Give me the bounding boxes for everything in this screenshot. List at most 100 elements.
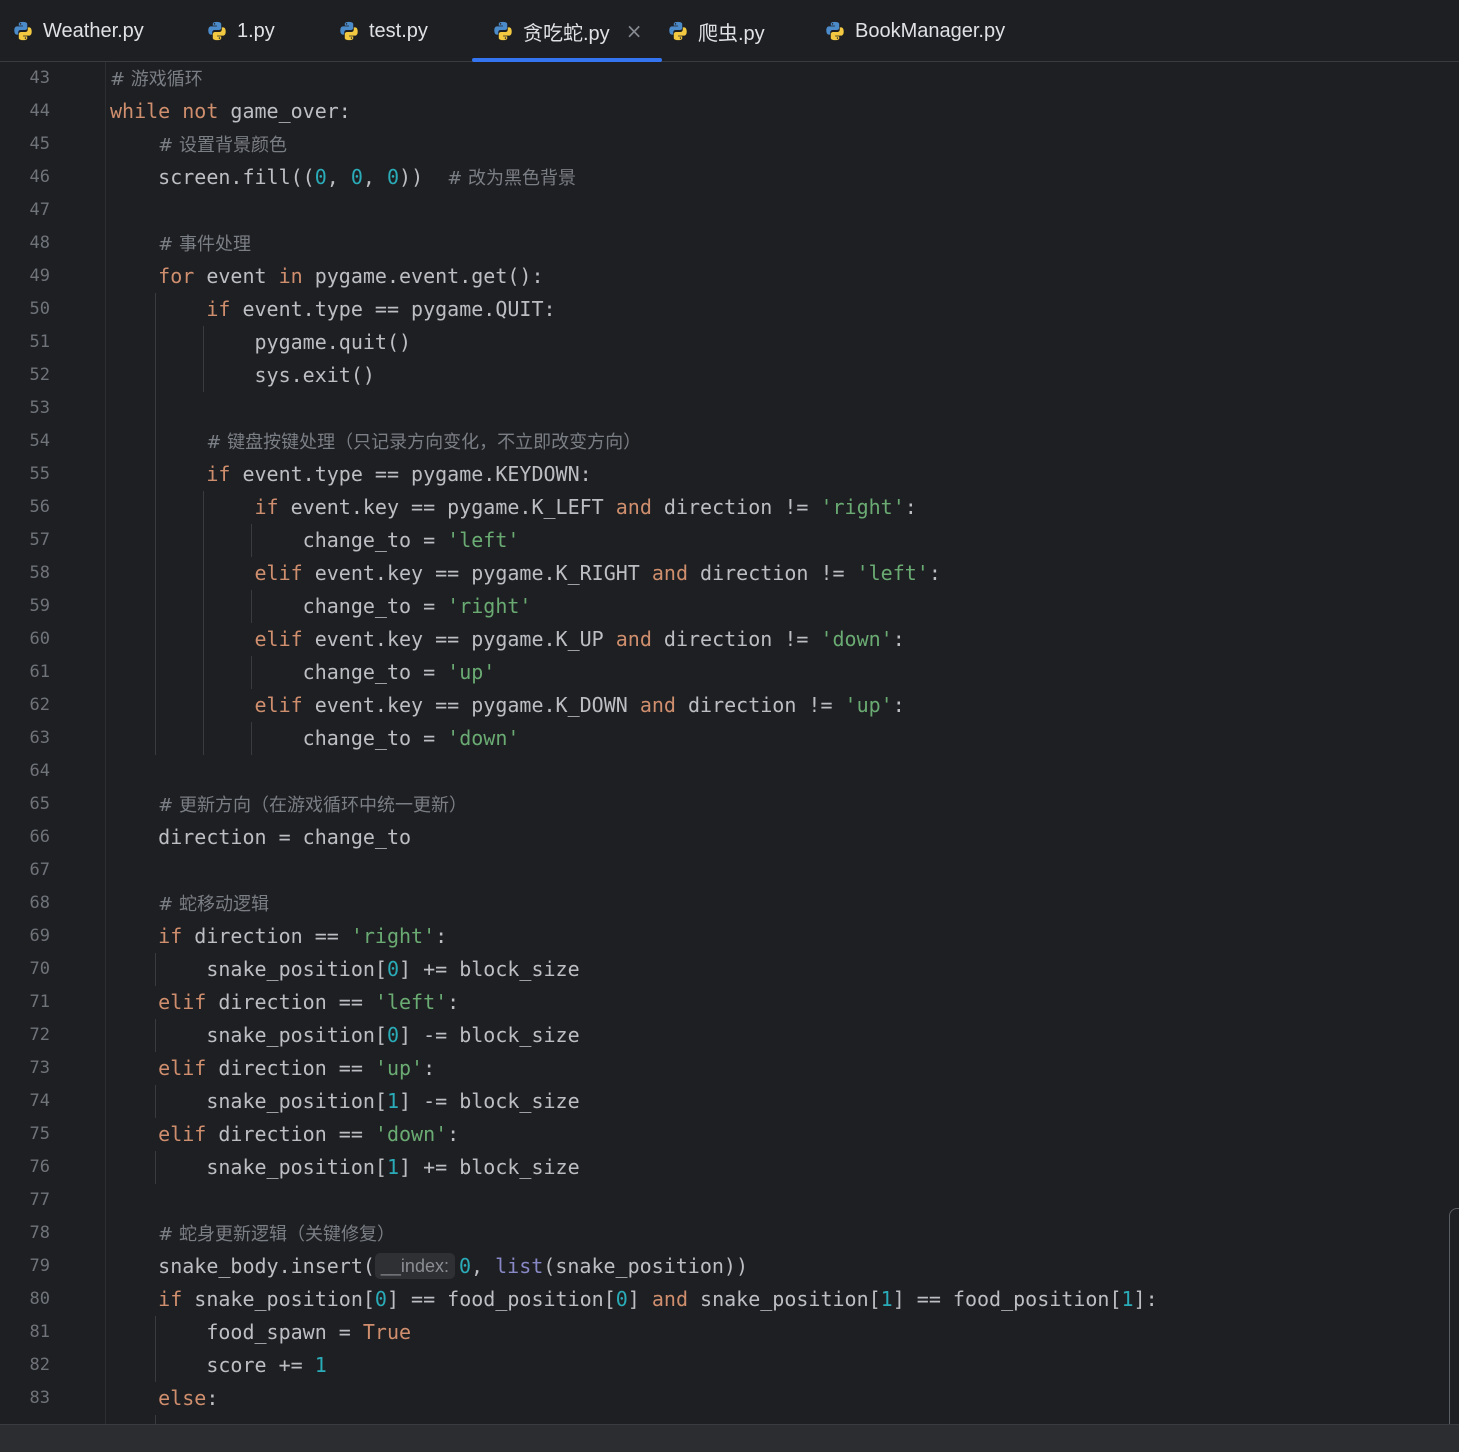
code-text: snake_position[1] += block_size bbox=[110, 1151, 579, 1184]
line-number: 77 bbox=[29, 1190, 50, 1210]
code-line[interactable]: 52 sys.exit() bbox=[0, 359, 1459, 392]
code-text: # 蛇移动逻辑 bbox=[110, 887, 269, 921]
line-number: 56 bbox=[29, 497, 50, 517]
code-line[interactable]: 65 # 更新方向（在游戏循环中统一更新） bbox=[0, 788, 1459, 821]
code-line[interactable]: 69 if direction == 'right': bbox=[0, 920, 1459, 953]
tab-crawler-py[interactable]: 爬虫.py bbox=[667, 0, 765, 62]
code-line[interactable]: 44 while not game_over: bbox=[0, 95, 1459, 128]
code-line[interactable]: 68 # 蛇移动逻辑 bbox=[0, 887, 1459, 920]
code-token: : bbox=[447, 1122, 460, 1146]
tab-bookmanager-py[interactable]: BookManager.py bbox=[824, 0, 1005, 62]
line-number: 53 bbox=[29, 398, 50, 418]
tab-snake-py[interactable]: 贪吃蛇.py × bbox=[471, 0, 663, 62]
code-token: ] == food_position[ bbox=[892, 1287, 1122, 1311]
code-line[interactable]: 78 # 蛇身更新逻辑（关键修复） bbox=[0, 1217, 1459, 1250]
python-icon bbox=[669, 21, 687, 41]
code-line[interactable]: 64 bbox=[0, 755, 1459, 788]
line-number: 72 bbox=[29, 1025, 50, 1045]
code-line[interactable]: 60 elif event.key == pygame.K_UP and dir… bbox=[0, 623, 1459, 656]
code-line[interactable]: 57 change_to = 'left' bbox=[0, 524, 1459, 557]
close-icon[interactable]: × bbox=[626, 19, 643, 43]
code-line[interactable]: 67 bbox=[0, 854, 1459, 887]
code-line[interactable]: 46 screen.fill((0, 0, 0)) # 改为黑色背景 bbox=[0, 161, 1459, 194]
code-token: for bbox=[158, 264, 195, 288]
code-token: 1 bbox=[1121, 1287, 1134, 1311]
code-token: snake_position[ bbox=[110, 1155, 387, 1179]
code-line[interactable]: 63 change_to = 'down' bbox=[0, 722, 1459, 755]
code-line[interactable]: 47 bbox=[0, 194, 1459, 227]
code-line[interactable]: 73 elif direction == 'up': bbox=[0, 1052, 1459, 1085]
code-text: screen.fill((0, 0, 0)) # 改为黑色背景 bbox=[110, 161, 576, 195]
code-line[interactable]: 83 else: bbox=[0, 1382, 1459, 1415]
code-line[interactable]: 53 bbox=[0, 392, 1459, 425]
tab-weather-py[interactable]: Weather.py bbox=[12, 0, 144, 62]
code-token: snake_position[ bbox=[110, 1089, 387, 1113]
code-line[interactable]: 61 change_to = 'up' bbox=[0, 656, 1459, 689]
line-number: 55 bbox=[29, 464, 50, 484]
line-number: 58 bbox=[29, 563, 50, 583]
line-number: 83 bbox=[29, 1388, 50, 1408]
code-token: elif bbox=[254, 693, 303, 717]
code-token: if bbox=[206, 462, 231, 486]
code-line[interactable]: 45 # 设置背景颜色 bbox=[0, 128, 1459, 161]
code-line[interactable]: 49 for event in pygame.event.get(): bbox=[0, 260, 1459, 293]
code-token: else bbox=[158, 1386, 207, 1410]
code-token: 'right' bbox=[350, 924, 436, 948]
code-token: event.key == pygame.K_UP bbox=[302, 627, 616, 651]
code-line[interactable]: 56 if event.key == pygame.K_LEFT and dir… bbox=[0, 491, 1459, 524]
code-line[interactable]: 50 if event.type == pygame.QUIT: bbox=[0, 293, 1459, 326]
code-line[interactable]: 72 snake_position[0] -= block_size bbox=[0, 1019, 1459, 1052]
code-token: and bbox=[615, 495, 652, 519]
code-line[interactable]: 43 # 游戏循环 bbox=[0, 62, 1459, 95]
line-number: 45 bbox=[29, 134, 50, 154]
code-token: and bbox=[651, 1287, 689, 1311]
code-line[interactable]: 48 # 事件处理 bbox=[0, 227, 1459, 260]
code-line[interactable]: 75 elif direction == 'down': bbox=[0, 1118, 1459, 1151]
line-number: 81 bbox=[29, 1322, 50, 1342]
code-line[interactable]: 71 elif direction == 'left': bbox=[0, 986, 1459, 1019]
code-line[interactable]: 66 direction = change_to bbox=[0, 821, 1459, 854]
code-token: if bbox=[158, 1287, 183, 1311]
code-token: 0 bbox=[350, 165, 363, 189]
code-token: direction != bbox=[651, 495, 821, 519]
code-editor[interactable]: 43 # 游戏循环 44 while not game_over: 45 # 设置背景颜… bbox=[0, 62, 1459, 1424]
code-token: )) bbox=[399, 165, 448, 189]
code-token: 0 bbox=[374, 1287, 387, 1311]
code-text: # 事件处理 bbox=[110, 227, 251, 261]
code-line[interactable]: 76 snake_position[1] += block_size bbox=[0, 1151, 1459, 1184]
code-token: if bbox=[206, 297, 231, 321]
code-text: # 设置背景颜色 bbox=[110, 128, 287, 162]
code-token: ]: bbox=[1133, 1287, 1158, 1311]
code-line[interactable]: 81 food_spawn = True bbox=[0, 1316, 1459, 1349]
tab-1-py[interactable]: 1.py bbox=[206, 0, 275, 62]
code-line[interactable]: 77 bbox=[0, 1184, 1459, 1217]
code-line[interactable]: 55 if event.type == pygame.KEYDOWN: bbox=[0, 458, 1459, 491]
line-number: 74 bbox=[29, 1091, 50, 1111]
code-token: 'up' bbox=[374, 1056, 424, 1080]
code-text: if snake_position[0] == food_position[0]… bbox=[110, 1283, 1158, 1316]
code-line[interactable]: 58 elif event.key == pygame.K_RIGHT and … bbox=[0, 557, 1459, 590]
code-line[interactable]: 59 change_to = 'right' bbox=[0, 590, 1459, 623]
code-line[interactable]: 82 score += 1 bbox=[0, 1349, 1459, 1382]
code-line[interactable]: 51 pygame.quit() bbox=[0, 326, 1459, 359]
line-number: 65 bbox=[29, 794, 50, 814]
code-line[interactable]: 80 if snake_position[0] == food_position… bbox=[0, 1283, 1459, 1316]
line-number: 43 bbox=[29, 68, 50, 88]
code-line[interactable]: 79 snake_body.insert(__index: 0, list(sna… bbox=[0, 1250, 1459, 1283]
code-line[interactable]: 74 snake_position[1] -= block_size bbox=[0, 1085, 1459, 1118]
code-token: direction == bbox=[206, 1122, 375, 1146]
line-number: 52 bbox=[29, 365, 50, 385]
code-token: 'right' bbox=[447, 594, 532, 618]
code-token: 'left' bbox=[856, 561, 929, 585]
line-number: 70 bbox=[29, 959, 50, 979]
scrollbar-thumb[interactable] bbox=[1449, 1208, 1459, 1448]
tab-test-py[interactable]: test.py bbox=[338, 0, 428, 62]
code-line[interactable]: 62 elif event.key == pygame.K_DOWN and d… bbox=[0, 689, 1459, 722]
code-line[interactable]: 70 snake_position[0] += block_size bbox=[0, 953, 1459, 986]
code-line[interactable]: 54 # 键盘按键处理（只记录方向变化，不立即改变方向） bbox=[0, 425, 1459, 458]
